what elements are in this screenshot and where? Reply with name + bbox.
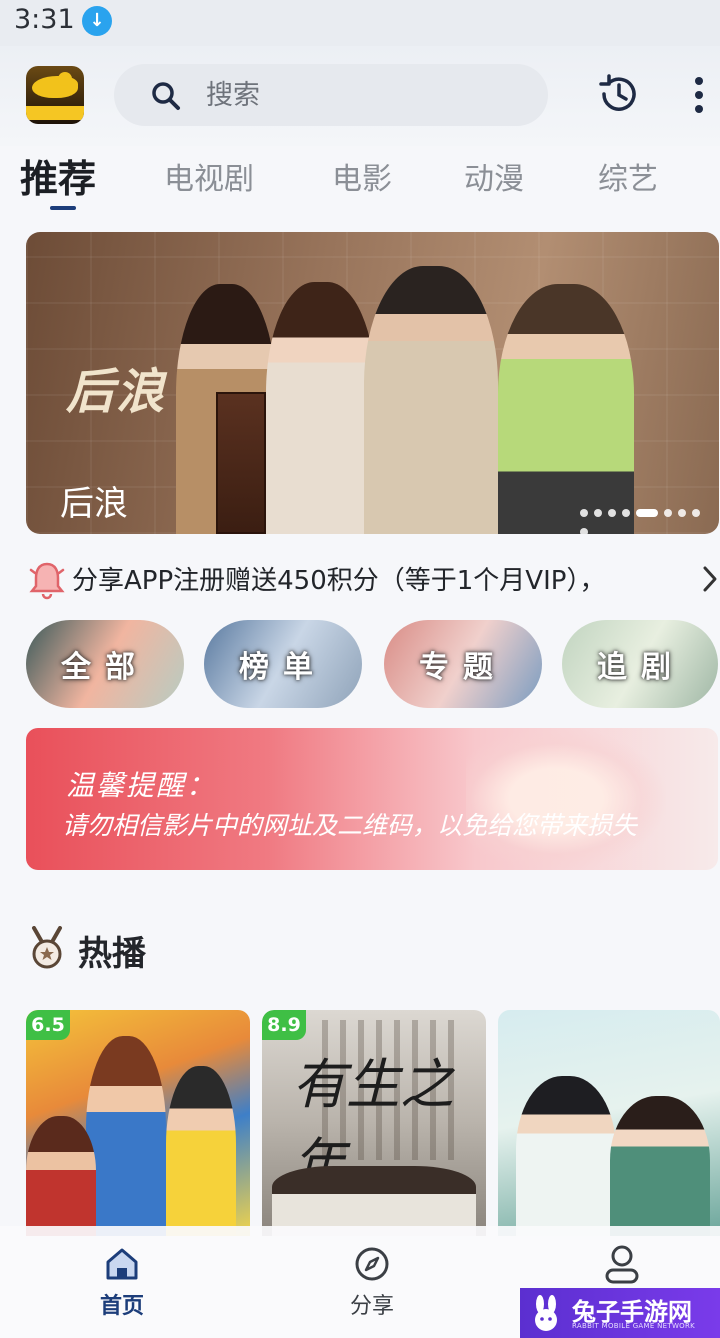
tab-indicator [50, 206, 76, 210]
score-badge: 6.5 [26, 1010, 70, 1040]
hot-poster[interactable]: 6.5 [26, 1010, 250, 1236]
nav-share[interactable]: 分享 [312, 1244, 432, 1328]
banner-figure [266, 282, 376, 534]
quick-entry-label: 追剧 [597, 650, 685, 685]
tab-anime[interactable]: 动漫 [464, 154, 524, 198]
site-watermark: 兔子手游网 RABBIT MOBILE GAME NETWORK [520, 1288, 720, 1338]
score-badge: 8.9 [262, 1010, 306, 1040]
watermark-subtitle: RABBIT MOBILE GAME NETWORK [572, 1322, 696, 1330]
more-vertical-icon[interactable] [686, 74, 712, 116]
banner-dot[interactable] [664, 508, 672, 517]
poster-figure [86, 1036, 166, 1236]
banner-dot[interactable] [692, 508, 700, 517]
home-icon [106, 1248, 138, 1280]
poster-figure [516, 1076, 616, 1236]
nav-label: 分享 [349, 1294, 394, 1319]
hot-poster[interactable] [498, 1010, 720, 1236]
quick-entry-rankings[interactable]: 榜单 [204, 620, 362, 708]
warning-background-image [466, 728, 666, 870]
hot-poster[interactable]: 有生之年 8.9 [262, 1010, 486, 1236]
banner-dot[interactable] [580, 527, 588, 534]
compass-icon [355, 1247, 389, 1281]
quick-entry-follow[interactable]: 追剧 [562, 620, 718, 708]
search-icon [152, 82, 180, 110]
banner-calligraphy: 后浪 [66, 364, 167, 420]
rabbit-logo-icon [535, 1295, 557, 1331]
poster-figure [166, 1066, 236, 1236]
banner-title: 后浪 [60, 484, 128, 524]
warning-banner: 温馨提醒： 请勿相信影片中的网址及二维码，以免给您带来损失 [26, 728, 718, 870]
bird-logo-icon[interactable] [26, 66, 84, 124]
featured-banner[interactable]: 后浪 后浪 [26, 232, 719, 534]
download-arrow-icon: ↓ [82, 6, 112, 36]
quick-entry-label: 榜单 [239, 650, 327, 685]
banner-dot[interactable] [580, 508, 588, 517]
banner-dot[interactable] [594, 508, 602, 517]
quick-entry-all[interactable]: 全部 [26, 620, 184, 708]
banner-dot[interactable] [608, 508, 616, 517]
banner-sign [216, 392, 266, 534]
banner-dot[interactable] [622, 508, 630, 517]
quick-entry-label: 专题 [419, 650, 507, 685]
quick-entry-label: 全部 [61, 650, 149, 685]
app-header [0, 46, 720, 146]
tab-recommend[interactable]: 推荐 [20, 148, 96, 203]
poster-figure [26, 1116, 96, 1236]
tab-tv-series[interactable]: 电视剧 [164, 154, 254, 198]
notice-bar[interactable]: 分享APP注册赠送450积分（等于1个月VIP）， [26, 556, 720, 602]
quick-entry-topics[interactable]: 专题 [384, 620, 542, 708]
poster-figure [610, 1096, 710, 1236]
bell-icon [29, 562, 65, 600]
nav-label: 首页 [99, 1294, 144, 1319]
banner-pagination[interactable] [580, 502, 719, 534]
banner-figure [498, 284, 634, 534]
user-icon [605, 1245, 639, 1284]
tab-movies[interactable]: 电影 [332, 154, 392, 198]
banner-figure [364, 266, 498, 534]
medal-icon [32, 926, 62, 969]
category-tabs: 推荐 电视剧 电影 动漫 综艺 [0, 148, 720, 216]
status-time: 3:31 [14, 4, 75, 35]
search-input[interactable] [206, 76, 526, 114]
status-bar: 3:31 ↓ [0, 0, 720, 46]
history-clock-icon[interactable] [596, 72, 640, 116]
hot-section-title: 热播 [78, 934, 146, 974]
warning-title: 温馨提醒： [66, 769, 217, 802]
banner-dot[interactable] [636, 508, 658, 517]
banner-dot[interactable] [678, 508, 686, 517]
notice-text: 分享APP注册赠送450积分（等于1个月VIP）， [72, 566, 606, 596]
tab-variety[interactable]: 综艺 [598, 154, 658, 198]
warning-text: 请勿相信影片中的网址及二维码，以免给您带来损失 [62, 811, 638, 840]
nav-home[interactable]: 首页 [62, 1244, 182, 1328]
search-bar[interactable] [114, 64, 548, 126]
chevron-right-icon[interactable] [700, 564, 720, 594]
